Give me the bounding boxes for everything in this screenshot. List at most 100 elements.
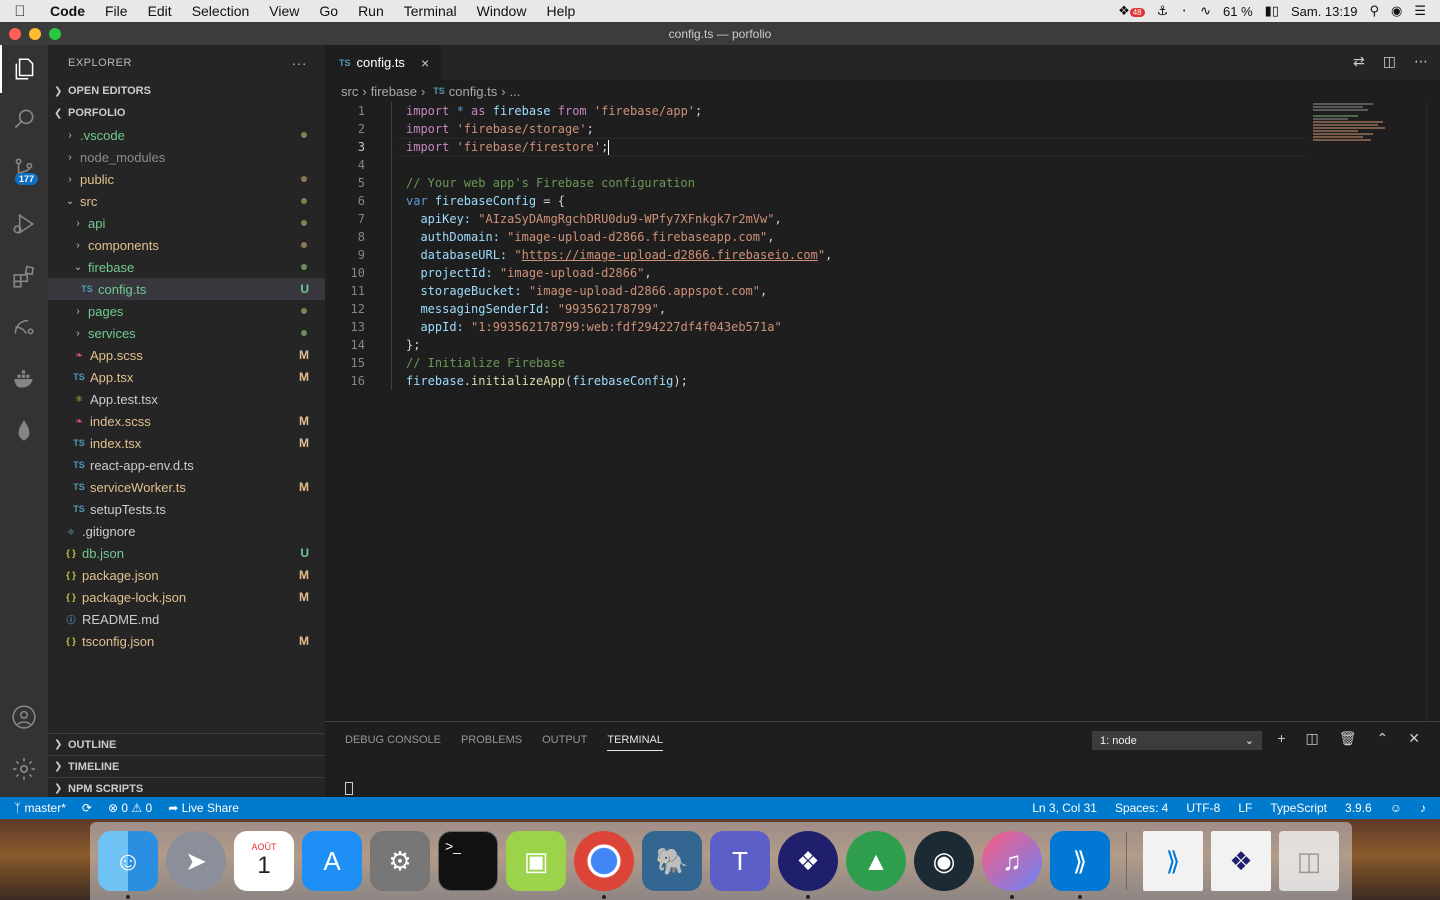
- explorer-activity-icon[interactable]: [0, 45, 48, 93]
- split-terminal-icon[interactable]: ◫: [1306, 730, 1319, 747]
- battery-percent[interactable]: 61 %: [1223, 4, 1253, 19]
- language-mode[interactable]: TypeScript: [1270, 801, 1327, 815]
- chevron-up-icon[interactable]: ⌃: [1377, 730, 1389, 747]
- close-window-button[interactable]: [9, 28, 21, 40]
- window-thumbnail-2[interactable]: ❖: [1211, 831, 1271, 891]
- remote-explorer-activity-icon[interactable]: [0, 303, 48, 351]
- window-thumbnail-1[interactable]: ⟫: [1143, 831, 1203, 891]
- extensions-activity-icon[interactable]: [0, 253, 48, 301]
- tree-item-service-worker[interactable]: TS serviceWorker.ts M: [48, 476, 325, 498]
- tree-item-readme[interactable]: ⓘ README.md: [48, 608, 325, 630]
- system-preferences-icon[interactable]: ⚙: [370, 831, 430, 891]
- vscode-icon[interactable]: ⟫: [1050, 831, 1110, 899]
- terminal-app-icon[interactable]: >_: [438, 831, 498, 891]
- tree-item-package-json[interactable]: { } package.json M: [48, 564, 325, 586]
- trash-icon[interactable]: 🗑: [1339, 730, 1357, 747]
- app-store-icon[interactable]: A: [302, 831, 362, 891]
- finder-icon[interactable]: ☺: [98, 831, 158, 899]
- terminal-cursor[interactable]: [345, 782, 353, 795]
- tree-item-vscode[interactable]: › .vscode: [48, 124, 325, 146]
- music-icon[interactable]: ♫: [982, 831, 1042, 899]
- split-editor-icon[interactable]: ◫: [1383, 53, 1396, 70]
- gitkraken-icon[interactable]: ◉: [914, 831, 974, 891]
- chrome-icon[interactable]: [574, 831, 634, 899]
- tree-item-pages[interactable]: › pages: [48, 300, 325, 322]
- new-terminal-icon[interactable]: +: [1277, 730, 1285, 747]
- tree-item-app-tsx[interactable]: TS App.tsx M: [48, 366, 325, 388]
- dropbox-icon[interactable]: ❖: [778, 831, 838, 899]
- menu-run[interactable]: Run: [348, 3, 394, 19]
- mongodb-activity-icon[interactable]: [0, 407, 48, 455]
- end-of-line[interactable]: LF: [1238, 801, 1252, 815]
- ts-version[interactable]: 3.9.6: [1345, 801, 1372, 815]
- editor-scrollbar[interactable]: [1426, 102, 1440, 721]
- encoding[interactable]: UTF-8: [1186, 801, 1220, 815]
- more-actions-icon[interactable]: ⋯: [1414, 53, 1428, 70]
- tree-item-services[interactable]: › services: [48, 322, 325, 344]
- close-tab-icon[interactable]: ×: [421, 55, 429, 71]
- launchpad-icon[interactable]: ➤: [166, 831, 226, 891]
- menu-file[interactable]: File: [95, 3, 138, 19]
- tree-item-app-scss[interactable]: ❧ App.scss M: [48, 344, 325, 366]
- tree-item-api[interactable]: › api: [48, 212, 325, 234]
- tree-item-firebase[interactable]: ⌄ firebase: [48, 256, 325, 278]
- run-debug-activity-icon[interactable]: [0, 200, 48, 248]
- docker-activity-icon[interactable]: [0, 355, 48, 403]
- open-changes-icon[interactable]: ⇄: [1353, 53, 1365, 70]
- tree-item-config-ts[interactable]: TS config.ts U: [48, 278, 325, 300]
- trash-icon[interactable]: ◫: [1279, 831, 1339, 891]
- cursor-position[interactable]: Ln 3, Col 31: [1032, 801, 1097, 815]
- breadcrumb-file[interactable]: config.ts: [449, 84, 497, 99]
- tree-item-react-app-env[interactable]: TS react-app-env.d.ts: [48, 454, 325, 476]
- tree-item-tsconfig-json[interactable]: { } tsconfig.json M: [48, 630, 325, 652]
- tab-config-ts[interactable]: TS config.ts ×: [325, 45, 442, 80]
- terminal-select[interactable]: 1: node ⌄: [1092, 731, 1262, 750]
- tree-item-setup-tests[interactable]: TS setupTests.ts: [48, 498, 325, 520]
- sync-icon[interactable]: ⟳: [82, 801, 92, 815]
- tree-item-node-modules[interactable]: › node_modules: [48, 146, 325, 168]
- timeline-section[interactable]: ❯ TIMELINE: [48, 755, 325, 777]
- tree-item-index-tsx[interactable]: TS index.tsx M: [48, 432, 325, 454]
- feedback-icon[interactable]: ☺: [1390, 801, 1402, 815]
- bluetooth-icon[interactable]: ᛫: [1180, 4, 1188, 19]
- problems-indicator[interactable]: ⊗ 0 ⚠ 0: [108, 801, 152, 815]
- battery-icon[interactable]: ▮▯: [1265, 3, 1279, 19]
- menu-terminal[interactable]: Terminal: [394, 3, 467, 19]
- live-share-button[interactable]: ➦ Live Share: [168, 801, 239, 815]
- explorer-more-actions-icon[interactable]: ···: [292, 55, 308, 71]
- siri-icon[interactable]: ◉: [1391, 3, 1402, 19]
- apple-menu-icon[interactable]: : [0, 3, 40, 20]
- menu-window[interactable]: Window: [467, 3, 537, 19]
- spotlight-search-icon[interactable]: ⚲: [1369, 3, 1379, 19]
- indentation[interactable]: Spaces: 4: [1115, 801, 1168, 815]
- minimap[interactable]: [1313, 102, 1425, 142]
- code-editor[interactable]: 1 import * as firebase from 'firebase/app…: [325, 102, 1315, 390]
- tab-debug-console[interactable]: DEBUG CONSOLE: [345, 734, 441, 746]
- menu-app-name[interactable]: Code: [40, 3, 95, 19]
- tab-terminal[interactable]: TERMINAL: [607, 734, 663, 751]
- cube-app-icon[interactable]: ▣: [506, 831, 566, 891]
- menu-help[interactable]: Help: [536, 3, 585, 19]
- url-link[interactable]: https://image-upload-d2866.firebaseio.co…: [522, 248, 818, 262]
- search-activity-icon[interactable]: [0, 95, 48, 143]
- wifi-icon[interactable]: ∿: [1200, 3, 1211, 19]
- teams-icon[interactable]: T: [710, 831, 770, 891]
- menu-selection[interactable]: Selection: [182, 3, 260, 19]
- tree-item-components[interactable]: › components: [48, 234, 325, 256]
- menu-view[interactable]: View: [259, 3, 309, 19]
- notification-center-icon[interactable]: ☰: [1414, 3, 1426, 19]
- git-branch[interactable]: ᛉ master*: [14, 801, 66, 815]
- bell-icon[interactable]: ♪: [1420, 801, 1426, 815]
- tree-item-db-json[interactable]: { } db.json U: [48, 542, 325, 564]
- tree-item-package-lock-json[interactable]: { } package-lock.json M: [48, 586, 325, 608]
- clock[interactable]: Sam. 13:19: [1291, 4, 1358, 19]
- tree-item-src[interactable]: ⌄ src: [48, 190, 325, 212]
- tree-item-public[interactable]: › public: [48, 168, 325, 190]
- breadcrumb-src[interactable]: src: [341, 84, 358, 99]
- npm-scripts-section[interactable]: ❯ NPM SCRIPTS: [48, 777, 325, 799]
- close-panel-icon[interactable]: ✕: [1408, 730, 1420, 747]
- tree-item-gitignore[interactable]: ◆ .gitignore: [48, 520, 325, 542]
- menu-go[interactable]: Go: [309, 3, 348, 19]
- zoom-window-button[interactable]: [49, 28, 61, 40]
- dropbox-status-icon[interactable]: ❖ 48: [1118, 3, 1145, 19]
